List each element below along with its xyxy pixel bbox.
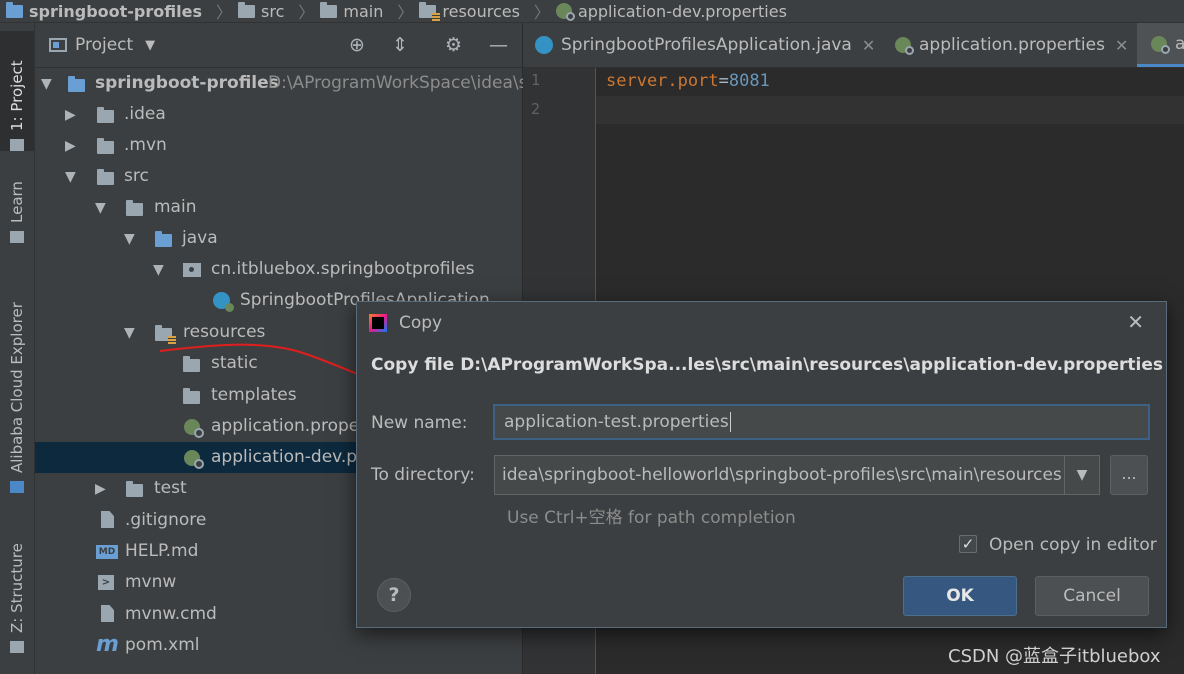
ok-button[interactable]: OK: [903, 576, 1017, 616]
dialog-title-bar: Copy ✕: [357, 302, 1166, 344]
csdn-watermark: CSDN @蓝盒子itbluebox: [948, 646, 1161, 667]
help-button[interactable]: ?: [377, 578, 411, 612]
new-name-label: New name:: [371, 413, 468, 433]
dialog-heading: Copy file D:\AProgramWorkSpa...les\src\m…: [371, 355, 1164, 375]
new-name-input[interactable]: application-test.properties: [493, 404, 1150, 440]
to-directory-label: To directory:: [371, 465, 475, 485]
cancel-button[interactable]: Cancel: [1035, 576, 1149, 616]
path-completion-hint: Use Ctrl+空格 for path completion: [507, 508, 796, 528]
open-in-editor-label[interactable]: Open copy in editor: [989, 535, 1157, 555]
intellij-logo-icon: [369, 314, 387, 332]
open-in-editor-checkbox[interactable]: ✓: [959, 535, 977, 553]
text-caret: [729, 412, 731, 432]
to-directory-combo[interactable]: idea\springboot-helloworld\springboot-pr…: [494, 455, 1100, 495]
copy-dialog: Copy ✕ Copy file D:\AProgramWorkSpa...le…: [356, 301, 1167, 628]
browse-button[interactable]: ...: [1110, 455, 1148, 495]
chevron-down-icon[interactable]: ▼: [1064, 456, 1099, 494]
close-icon[interactable]: ✕: [1127, 310, 1144, 334]
